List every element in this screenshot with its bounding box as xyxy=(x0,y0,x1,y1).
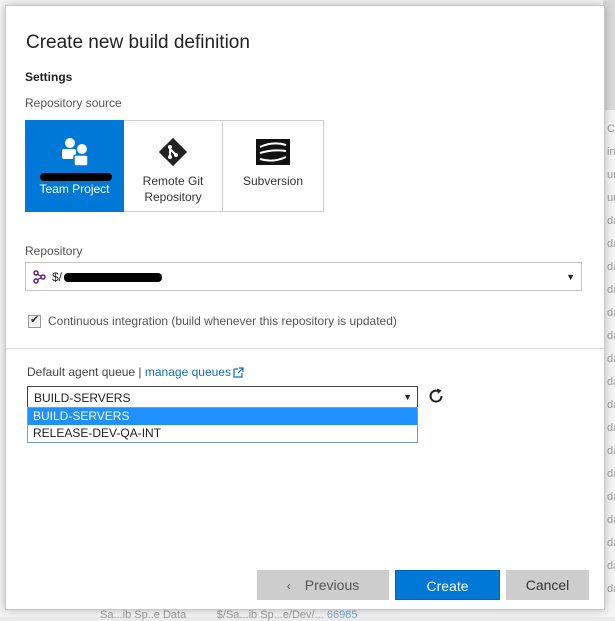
external-link-icon[interactable] xyxy=(233,367,244,378)
source-tile-remote-git[interactable]: Remote Git Repository xyxy=(124,120,223,212)
subversion-icon xyxy=(223,135,323,169)
background-bottom-path: $/Sa...ib Sp...e/Dev/... xyxy=(216,609,324,621)
source-tile-team-project[interactable]: Team Project xyxy=(25,120,124,212)
create-build-definition-dialog: Create new build definition Settings Rep… xyxy=(5,5,605,610)
background-fragment: da xyxy=(607,445,615,457)
queue-option[interactable]: BUILD-SERVERS xyxy=(28,408,417,425)
repository-value: $/ xyxy=(52,270,63,284)
settings-heading: Settings xyxy=(25,70,73,84)
background-fragment: da xyxy=(607,284,615,296)
redaction-bar xyxy=(40,173,112,181)
git-icon xyxy=(124,135,222,169)
source-tile-label: Remote Git xyxy=(142,174,204,188)
source-tile-label: Repository xyxy=(144,190,202,204)
previous-button-label: Previous xyxy=(304,577,360,593)
background-fragment: da xyxy=(607,215,615,227)
background-fragment: da xyxy=(607,330,615,342)
team-project-icon xyxy=(26,135,123,169)
previous-button[interactable]: ‹ Previous xyxy=(257,570,389,600)
section-divider xyxy=(6,348,604,349)
background-fragment: da xyxy=(607,468,615,480)
source-tile-subversion[interactable]: Subversion xyxy=(223,120,324,212)
background-fragment: da xyxy=(607,353,615,365)
redaction-bar xyxy=(64,273,162,282)
agent-queue-label: Default agent queue | xyxy=(27,365,142,379)
refresh-icon[interactable] xyxy=(427,387,445,405)
background-fragment: da xyxy=(607,583,615,595)
source-tile-label: Team Project xyxy=(39,182,110,196)
background-fragment: da xyxy=(607,307,615,319)
repository-icon xyxy=(33,270,46,284)
background-fragment: in xyxy=(607,146,615,158)
background-fragment: da xyxy=(607,399,615,411)
background-fragment: da xyxy=(607,376,615,388)
source-tile-label: Subversion xyxy=(242,174,304,188)
agent-queue-dropdown-list: BUILD-SERVERS RELEASE-DEV-QA-INT xyxy=(27,407,418,443)
agent-queue-value: BUILD-SERVERS xyxy=(34,391,131,405)
agent-queue-select[interactable]: BUILD-SERVERS ▼ xyxy=(27,386,418,408)
background-bottom-text: Sa...ib Sp..e Data xyxy=(100,609,187,621)
continuous-integration-label: Continuous integration (build whenever t… xyxy=(48,314,397,328)
background-fragment: da xyxy=(607,560,615,572)
repository-select[interactable]: $/ ▼ xyxy=(25,262,582,291)
chevron-down-icon: ▼ xyxy=(566,272,575,282)
background-fragment: da xyxy=(607,514,615,526)
background-fragment: da xyxy=(607,491,615,503)
background-fragment: da xyxy=(607,422,615,434)
continuous-integration-checkbox[interactable]: ✔ xyxy=(28,314,41,328)
background-fragment: da xyxy=(607,537,615,549)
background-bottom-link: 66985 xyxy=(326,609,358,621)
queue-option[interactable]: RELEASE-DEV-QA-INT xyxy=(28,425,417,442)
repository-source-label: Repository source xyxy=(25,96,122,110)
manage-queues-link-text[interactable]: manage queues xyxy=(145,365,231,379)
background-fragment: da xyxy=(607,238,615,250)
background-fragment: un xyxy=(607,192,615,204)
cancel-button-label: Cancel xyxy=(525,577,570,593)
background-fragment: da xyxy=(607,261,615,273)
repository-label: Repository xyxy=(25,244,83,258)
background-fragment: un xyxy=(607,169,615,181)
cancel-button[interactable]: Cancel xyxy=(506,570,589,600)
checkmark-icon: ✔ xyxy=(30,314,40,326)
dialog-title: Create new build definition xyxy=(26,32,250,53)
create-button[interactable]: Create xyxy=(395,570,500,600)
background-bottom-row: Sa...ib Sp..e Data $/Sa...ib Sp...e/Dev/… xyxy=(100,609,357,621)
chevron-down-icon: ▼ xyxy=(403,392,412,402)
manage-queues-link[interactable]: manage queues xyxy=(145,365,244,379)
agent-queue-label-row: Default agent queue | manage queues xyxy=(27,365,244,379)
background-fragment: C xyxy=(607,123,615,135)
create-button-label: Create xyxy=(426,578,469,594)
chevron-left-icon: ‹ xyxy=(286,579,291,593)
